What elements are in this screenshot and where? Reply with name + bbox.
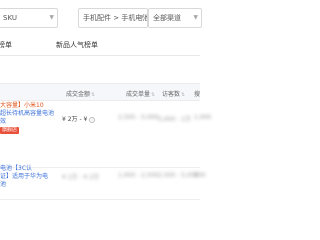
sort-icon[interactable]: ⇅ xyxy=(91,92,95,98)
chevron-down-icon: ▼ xyxy=(49,14,54,21)
amount-cell: ¥ 1万 - ¥ 2万 xyxy=(62,174,100,181)
sku-select-value: SKU xyxy=(3,14,17,22)
ranking-tabs: 榜单 新品人气榜单 xyxy=(0,36,200,56)
product-name-line: 效 xyxy=(0,118,7,125)
channel-select[interactable]: 全部渠道 ▼ xyxy=(148,8,202,28)
amount-cell: ¥ 2万 - ¥ i xyxy=(62,114,96,123)
tab-new-product-ranking[interactable]: 新品人气榜单 xyxy=(56,40,98,50)
amount-value: ¥ 2万 - ¥ xyxy=(62,116,88,123)
channel-select-value: 全部渠道 xyxy=(153,14,181,22)
table-row[interactable]: 电池【3C认 证】适用于华为电 池 ¥ 1万 - ¥ 2万 1,000 - 2,… xyxy=(0,160,205,200)
sort-icon[interactable]: ⇅ xyxy=(151,92,155,98)
spacer xyxy=(0,57,200,83)
store-tag: 旗舰店 xyxy=(0,127,20,134)
orders-cell: 2,500 - 5,000 xyxy=(118,114,159,121)
column-header-visitors[interactable]: 访客数⇅ xyxy=(162,89,185,98)
product-name[interactable]: 大容量】小米10 超长待机高容量电池 效 旗舰店 xyxy=(0,102,60,134)
filter-bar: SKU ▼ 手机配件 > 手机电池 ▼ 全部渠道 ▼ xyxy=(0,0,202,36)
column-header-amount[interactable]: 成交金额⇅ xyxy=(66,89,95,98)
chevron-down-icon: ▼ xyxy=(193,14,198,21)
column-header-search[interactable]: 搜 xyxy=(194,89,200,98)
product-name-line: 超长待机高容量电池 xyxy=(0,110,55,117)
product-name-line: 大容量】小米10 xyxy=(0,102,44,109)
orders-cell: 1,000 - 2,500 xyxy=(118,172,159,179)
chevron-down-icon: ▼ xyxy=(139,14,144,21)
visitors-cell: 2,500 - 5,000 xyxy=(158,172,199,179)
visitors-cell: 5,000 - 1万 xyxy=(158,116,191,123)
category-select-value: 手机配件 > 手机电池 xyxy=(83,14,148,22)
category-select[interactable]: 手机配件 > 手机电池 ▼ xyxy=(78,8,148,28)
sort-icon[interactable]: ⇅ xyxy=(181,92,185,98)
product-name[interactable]: 电池【3C认 证】适用于华为电 池 xyxy=(0,165,60,189)
tab-ranking[interactable]: 榜单 xyxy=(0,40,12,50)
search-cell: 500 xyxy=(194,172,206,179)
info-icon[interactable]: i xyxy=(89,116,96,123)
product-name-line: 证】适用于华为电 xyxy=(0,173,49,180)
table-header: 成交金额⇅ 成交单量⇅ 访客数⇅ 搜 xyxy=(0,83,200,101)
search-cell: 1,000 xyxy=(194,114,212,121)
column-header-orders[interactable]: 成交单量⇅ xyxy=(126,89,155,98)
product-name-line: 电池【3C认 xyxy=(0,165,33,172)
product-name-line: 池 xyxy=(0,181,7,188)
sku-select[interactable]: SKU ▼ xyxy=(0,8,58,28)
